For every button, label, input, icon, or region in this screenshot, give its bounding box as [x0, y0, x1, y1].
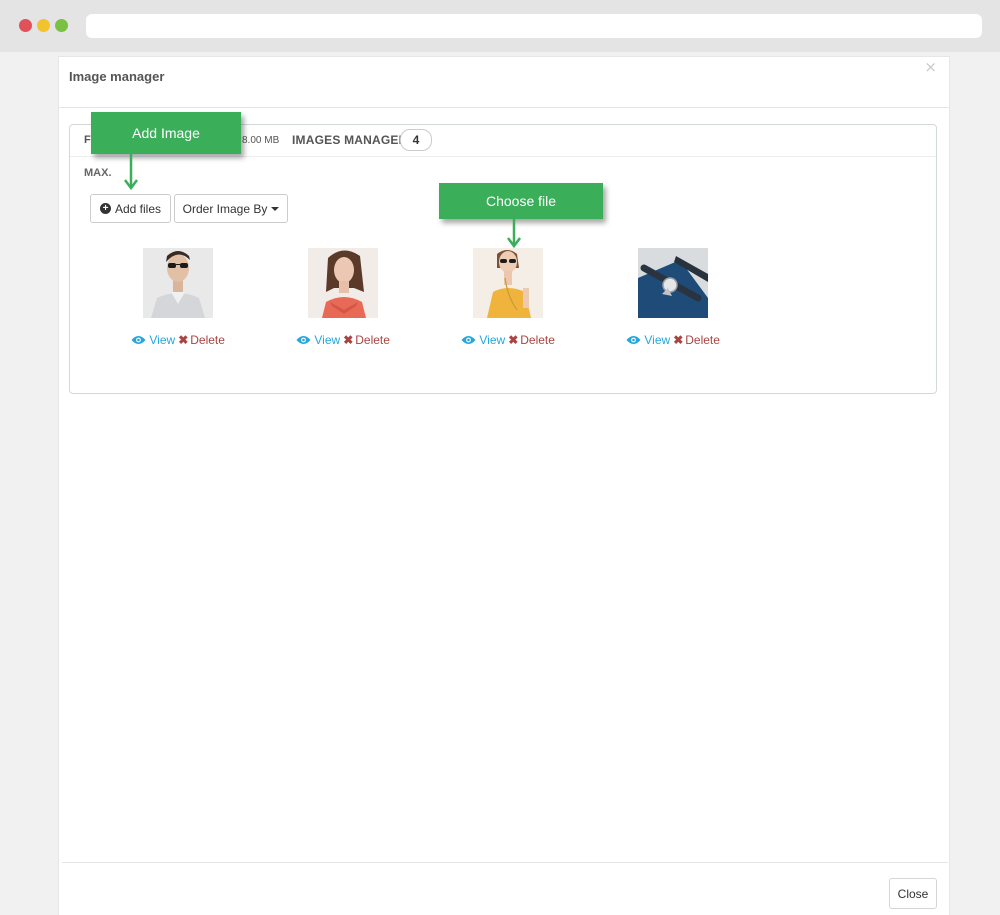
caret-down-icon [271, 206, 280, 211]
delete-x-icon[interactable]: ✖ [508, 333, 518, 347]
order-image-label: Order Image By [182, 201, 268, 216]
image-thumbnail[interactable] [143, 248, 213, 318]
image-thumbnail[interactable] [638, 248, 708, 318]
view-label: View [149, 333, 176, 347]
view-label: View [479, 333, 506, 347]
add-files-button[interactable]: + Add files [90, 194, 171, 223]
image-thumbnail[interactable] [308, 248, 378, 318]
max-label: MAX. [84, 167, 112, 179]
window-close-dot[interactable] [19, 19, 32, 32]
image-actions: View ✖ Delete [603, 333, 743, 347]
max-size-value: 8.00 MB [242, 135, 280, 146]
delete-x-icon[interactable]: ✖ [343, 333, 353, 347]
add-image-callout: Add Image [91, 112, 241, 154]
choose-file-callout: Choose file [439, 183, 603, 219]
view-link[interactable]: View [626, 333, 670, 347]
delete-link[interactable]: Delete [355, 333, 390, 347]
choose-file-arrow-icon [507, 219, 521, 249]
add-image-arrow-icon [124, 154, 138, 191]
view-label: View [644, 333, 671, 347]
images-panel: FO 8.00 MB IMAGES MANAGER 4 MAX. + Add f… [69, 124, 937, 394]
view-link[interactable]: View [131, 333, 175, 347]
footer-divider [62, 862, 948, 863]
eye-icon [626, 336, 641, 344]
image-actions: View ✖ Delete [438, 333, 578, 347]
browser-chrome [0, 0, 1000, 52]
view-link[interactable]: View [461, 333, 505, 347]
order-image-dropdown[interactable]: Order Image By [174, 194, 288, 223]
window-minimize-dot[interactable] [37, 19, 50, 32]
eye-icon [131, 336, 146, 344]
delete-x-icon[interactable]: ✖ [178, 333, 188, 347]
delete-link[interactable]: Delete [190, 333, 225, 347]
modal-title: Image manager [69, 69, 165, 84]
image-actions: View ✖ Delete [108, 333, 248, 347]
close-icon[interactable]: × [924, 59, 937, 75]
image-thumbnail[interactable] [473, 248, 543, 318]
plus-circle-icon: + [99, 203, 111, 214]
images-manager-label: IMAGES MANAGER [292, 133, 408, 147]
image-count-badge: 4 [400, 129, 432, 151]
close-button[interactable]: Close [889, 878, 937, 909]
add-files-label: Add files [114, 201, 162, 216]
eye-icon [461, 336, 476, 344]
header-divider [59, 107, 949, 108]
view-link[interactable]: View [296, 333, 340, 347]
address-bar[interactable] [86, 14, 982, 38]
eye-icon [296, 336, 311, 344]
delete-x-icon[interactable]: ✖ [673, 333, 683, 347]
delete-link[interactable]: Delete [685, 333, 720, 347]
delete-link[interactable]: Delete [520, 333, 555, 347]
view-label: View [314, 333, 341, 347]
window-maximize-dot[interactable] [55, 19, 68, 32]
image-actions: View ✖ Delete [273, 333, 413, 347]
